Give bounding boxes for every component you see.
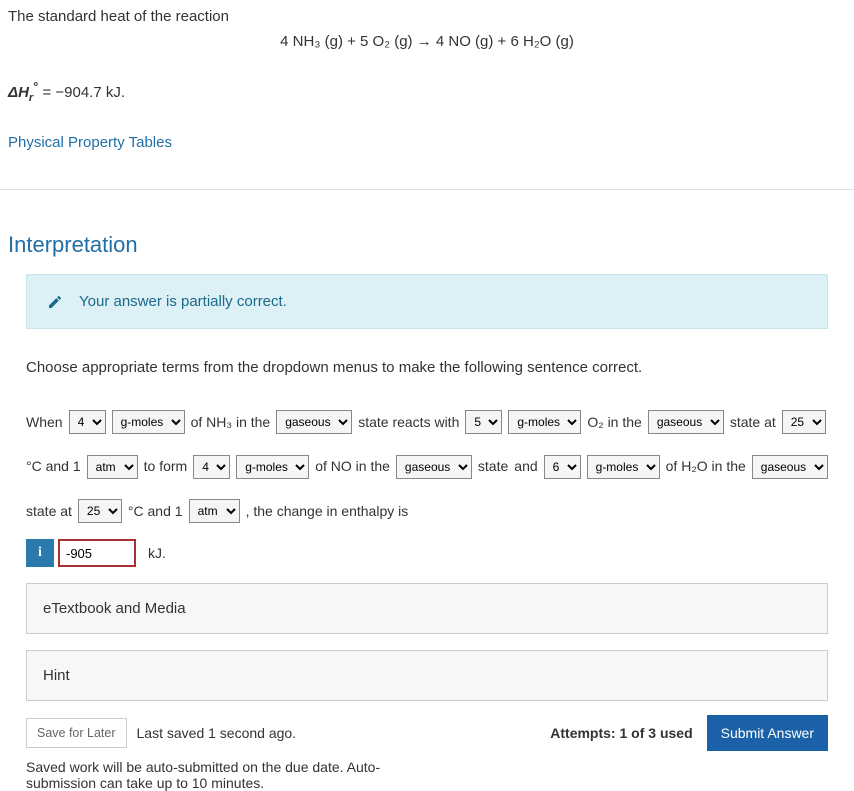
h2o-temp-select[interactable]: 25 [78,499,122,523]
alert-text: Your answer is partially correct. [79,293,287,310]
submit-answer-button[interactable]: Submit Answer [707,715,828,751]
text-of-no: of NO in the [315,448,390,484]
text-state: state [478,448,508,484]
h2o-phase-select[interactable]: gaseous [752,455,828,479]
text-when: When [26,404,63,440]
last-saved-text: Last saved 1 second ago. [137,725,297,741]
text-state-reacts: state reacts with [358,404,459,440]
divider [0,189,854,190]
o2-temp-select[interactable]: 25 [782,410,826,434]
no-unit-select[interactable]: g-moles [236,455,309,479]
o2-phase-select[interactable]: gaseous [648,410,724,434]
text-o2-in-the: O₂ in the [587,404,641,440]
text-of-h2o: of H₂O in the [666,448,746,484]
h2o-qty-select[interactable]: 6 [544,455,581,479]
auto-submit-note: Saved work will be auto-submitted on the… [26,759,446,791]
reaction-equation: 4 NH₃ (g) + 5 O₂ (g) → 4 NO (g) + 6 H₂O … [8,33,846,50]
o2-qty-select[interactable]: 5 [465,410,502,434]
text-state-at-2: state at [26,493,72,529]
instruction-text: Choose appropriate terms from the dropdo… [26,359,828,376]
answer-row: i kJ. [26,539,828,567]
h2o-unit-select[interactable]: g-moles [587,455,660,479]
nh3-unit-select[interactable]: g-moles [112,410,185,434]
attempts-text: Attempts: 1 of 3 used [550,725,692,741]
sentence-builder: When 4 g-moles of NH₃ in the gaseous sta… [26,404,828,529]
text-state-at-1: state at [730,404,776,440]
h2o-press-select[interactable]: atm [189,499,240,523]
unit-kj: kJ. [148,545,166,561]
save-for-later-button[interactable]: Save for Later [26,718,127,748]
footer-row: Save for Later Last saved 1 second ago. … [26,715,828,751]
delta-h-value: ΔHr° = −904.7 kJ. [8,80,846,104]
no-qty-select[interactable]: 4 [193,455,230,479]
o2-unit-select[interactable]: g-moles [508,410,581,434]
intro-text: The standard heat of the reaction [8,8,846,25]
pencil-icon [47,294,63,310]
text-degc-1: °C and 1 [26,448,81,484]
info-button[interactable]: i [26,539,54,567]
text-change-enthalpy: , the change in enthalpy is [246,493,409,529]
no-phase-select[interactable]: gaseous [396,455,472,479]
nh3-qty-select[interactable]: 4 [69,410,106,434]
section-title: Interpretation [8,232,846,258]
text-and: and [514,448,537,484]
physical-property-tables-link[interactable]: Physical Property Tables [8,134,172,151]
feedback-alert: Your answer is partially correct. [26,274,828,329]
text-degc-2: °C and 1 [128,493,183,529]
enthalpy-input[interactable] [58,539,136,567]
nh3-phase-select[interactable]: gaseous [276,410,352,434]
delta-h-symbol: ΔH [8,84,29,101]
etextbook-panel[interactable]: eTextbook and Media [26,583,828,634]
text-of-nh3: of NH₃ in the [191,404,271,440]
text-to-form: to form [144,448,188,484]
delta-h-number: = −904.7 kJ. [38,84,125,101]
hint-panel[interactable]: Hint [26,650,828,701]
o2-press-select[interactable]: atm [87,455,138,479]
